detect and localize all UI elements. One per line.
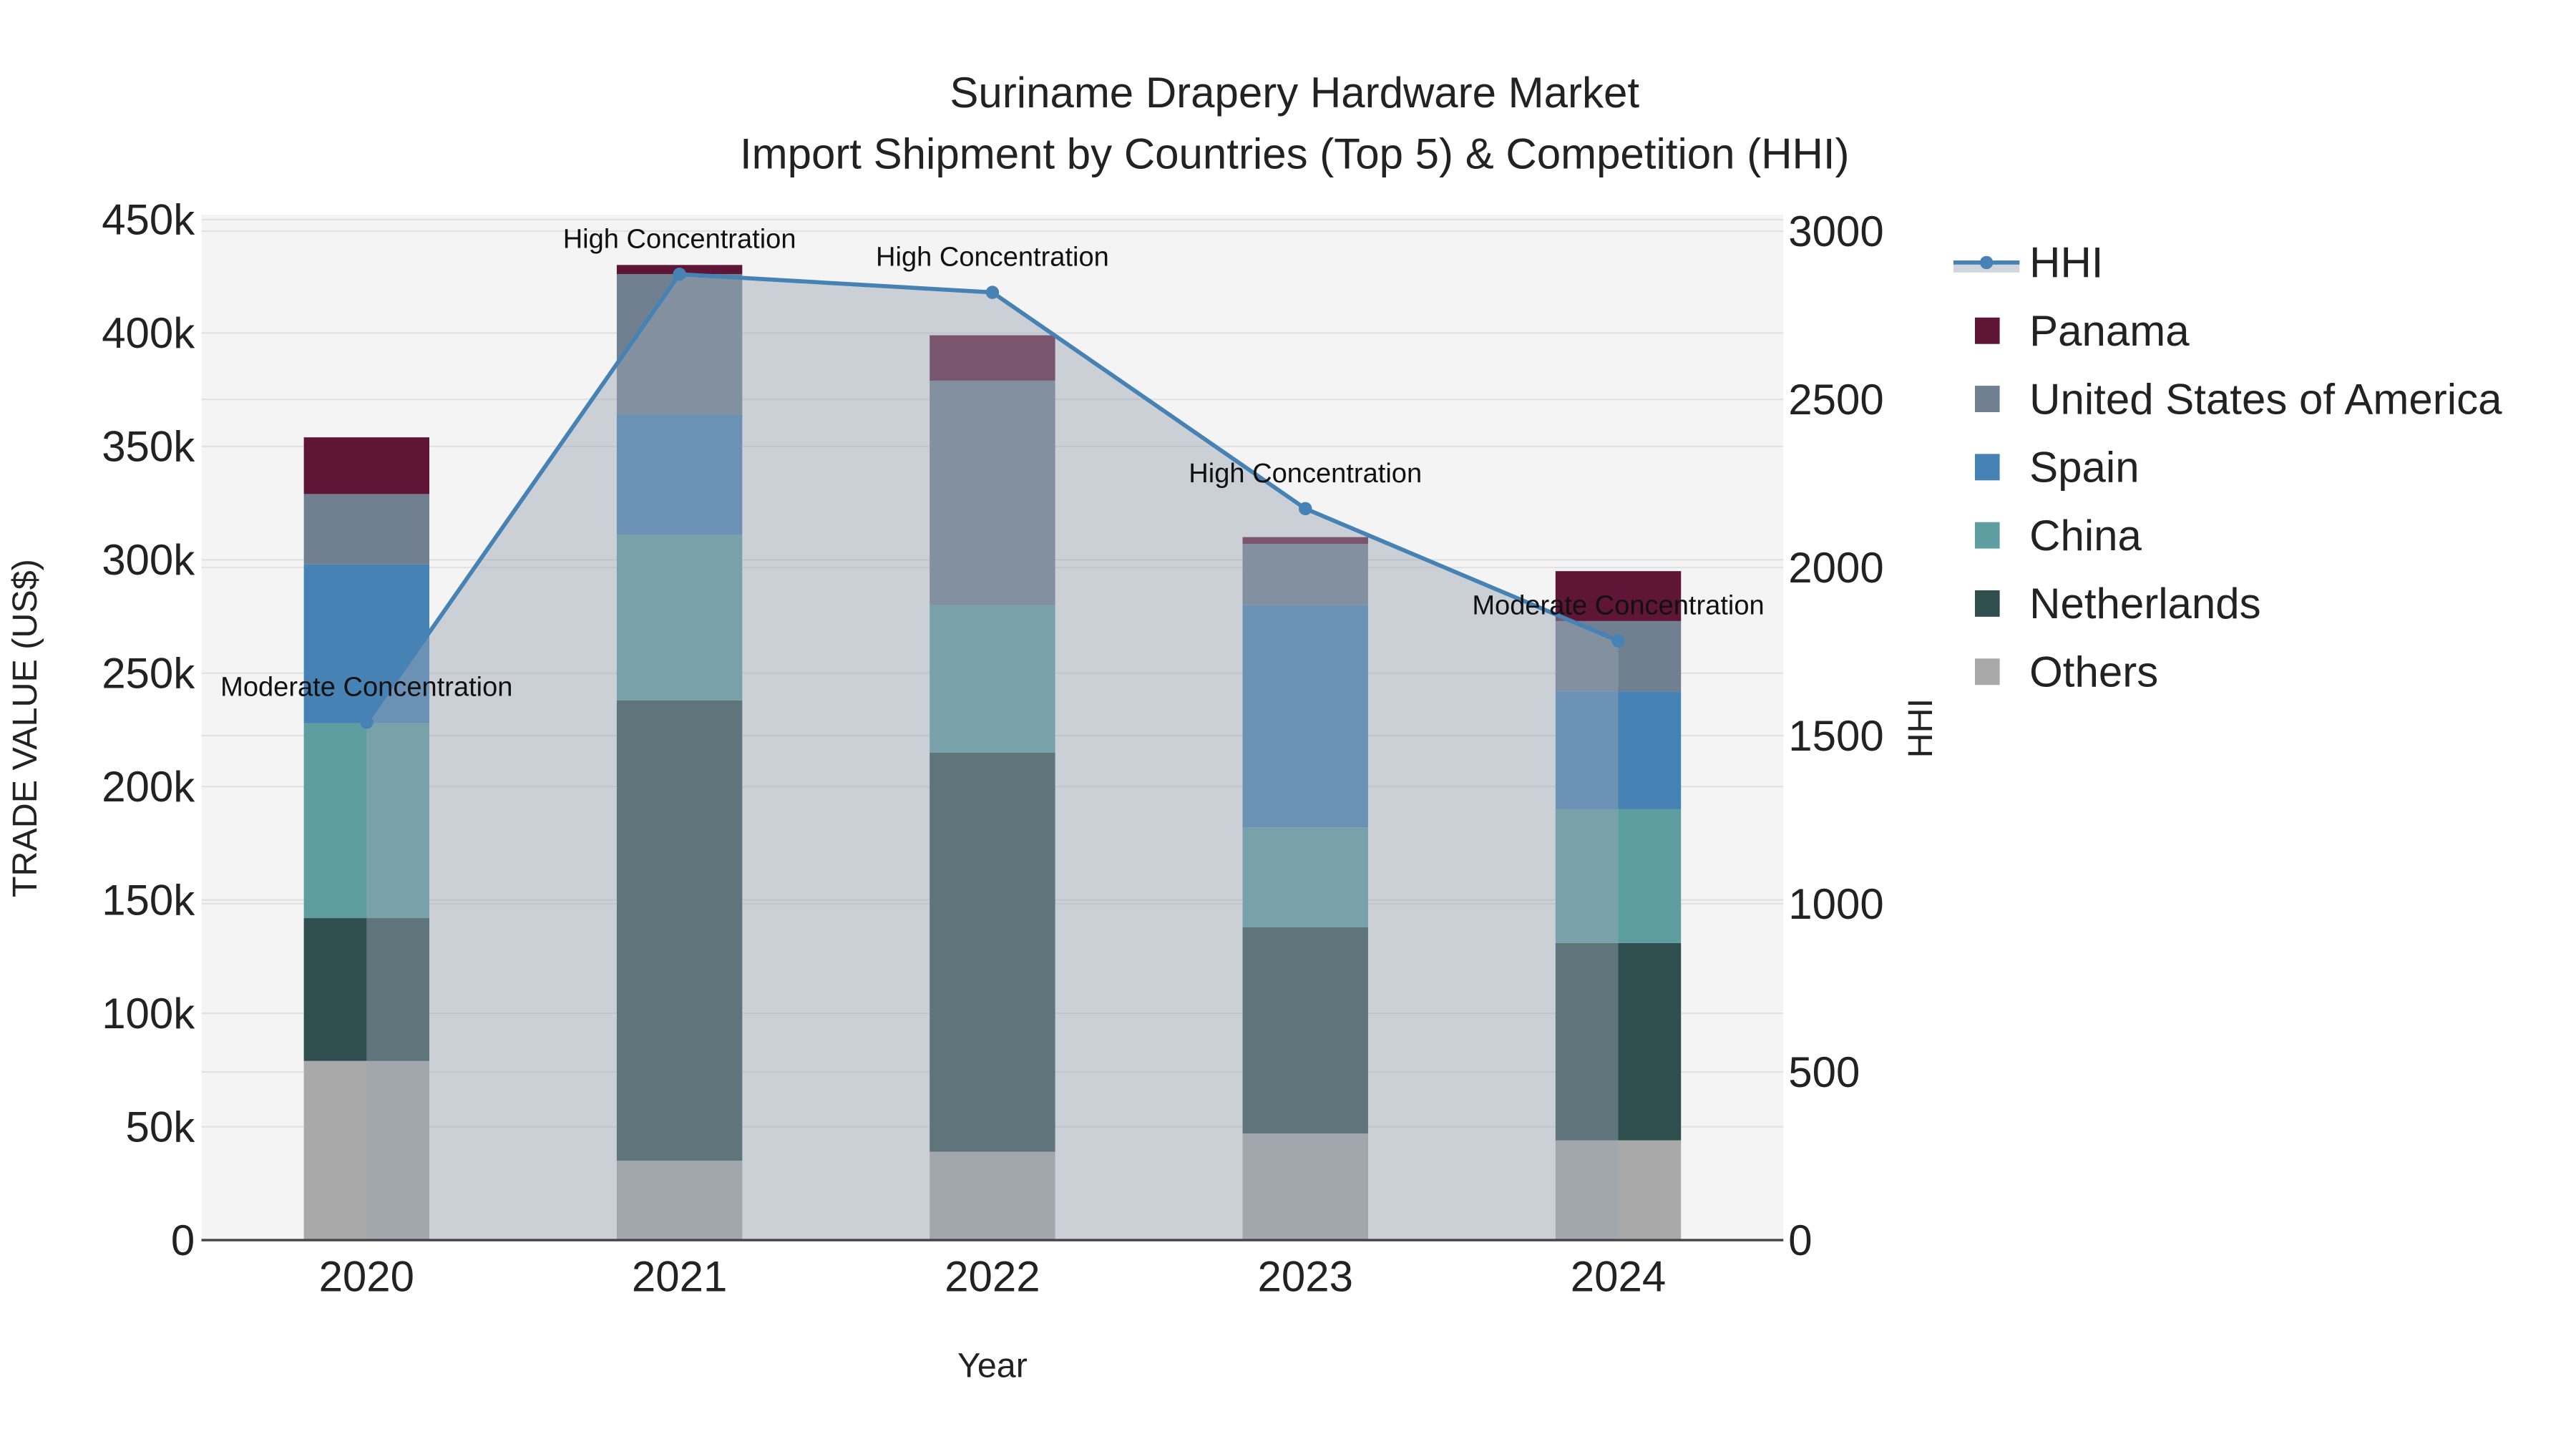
hhi-point-2022 [985, 286, 1000, 299]
x-tick-label: 2024 [1571, 1253, 1666, 1301]
legend-swatch [1975, 386, 2000, 412]
legend-label: Spain [2029, 444, 2139, 492]
y2-tick-label: 2500 [1788, 376, 1883, 424]
x-tick-label: 2021 [632, 1253, 727, 1301]
legend-item-panama[interactable]: Panama [1975, 307, 2190, 355]
legend-label: Others [2029, 648, 2158, 696]
y2-tick-label: 3000 [1788, 208, 1883, 255]
y-tick-label: 300k [102, 536, 195, 584]
chart-title-line2: Import Shipment by Countries (Top 5) & C… [740, 130, 1850, 177]
legend-item-hhi[interactable]: HHI [1953, 239, 2103, 287]
y-tick-label: 50k [126, 1103, 196, 1151]
y-axis-label: TRADE VALUE (US$) [6, 559, 44, 897]
y2-tick-label: 2000 [1788, 544, 1883, 592]
hhi-annotation: High Concentration [876, 243, 1109, 273]
chart: Suriname Drapery Hardware Market Import … [6, 69, 2502, 1385]
legend-item-china[interactable]: China [1975, 512, 2142, 560]
hhi-annotation: Moderate Concentration [220, 672, 512, 702]
legend-label: HHI [2029, 239, 2103, 287]
y2-axis-label: HHI [1901, 698, 1940, 758]
legend-swatch [1975, 658, 2000, 686]
y-tick-label: 200k [102, 763, 195, 811]
legend-label: United States of America [2029, 375, 2502, 423]
legend-label: Netherlands [2029, 580, 2261, 628]
y-tick-label: 350k [102, 423, 195, 471]
y-tick-label: 150k [102, 876, 195, 924]
hhi-point-2024 [1611, 634, 1625, 648]
legend-swatch [1975, 590, 2000, 617]
bar-united-states-of-america-2020 [303, 494, 429, 565]
y-tick-label: 400k [102, 309, 195, 357]
legend-label: China [2029, 512, 2142, 560]
x-tick-label: 2020 [319, 1253, 414, 1301]
y-tick-label: 100k [102, 990, 195, 1038]
hhi-annotation: High Concentration [563, 224, 796, 254]
hhi-point-2021 [673, 268, 686, 281]
legend-swatch [1975, 522, 2000, 549]
x-axis-label: Year [957, 1347, 1028, 1385]
legend-item-netherlands[interactable]: Netherlands [1975, 580, 2261, 628]
legend: HHI Panama United States of America Spain Ch… [1953, 239, 2502, 696]
hhi-point-2020 [360, 716, 374, 729]
legend-item-spain[interactable]: Spain [1975, 444, 2140, 492]
chart-title-line1: Suriname Drapery Hardware Market [950, 69, 1639, 117]
y2-tick-label: 1000 [1788, 880, 1883, 928]
legend-swatch [1975, 317, 2000, 344]
y2-tick-label: 500 [1788, 1048, 1860, 1096]
y2-tick-label: 0 [1788, 1216, 1812, 1264]
hhi-annotation: Moderate Concentration [1472, 591, 1764, 621]
y2-tick-label: 1500 [1788, 712, 1883, 760]
legend-item-united-states-of-america[interactable]: United States of America [1975, 375, 2502, 423]
y-tick-label: 250k [102, 650, 195, 698]
hhi-point-2023 [1299, 502, 1312, 516]
legend-label: Panama [2029, 307, 2190, 355]
legend-swatch [1975, 454, 2000, 481]
bar-panama-2020 [303, 437, 429, 494]
hhi-annotation: High Concentration [1189, 459, 1422, 489]
y-tick-label: 450k [102, 196, 195, 244]
y-tick-label: 0 [171, 1216, 195, 1264]
x-tick-label: 2022 [945, 1253, 1040, 1301]
legend-item-others[interactable]: Others [1975, 648, 2158, 696]
x-tick-label: 2023 [1257, 1253, 1352, 1301]
legend-marker [1979, 255, 1994, 270]
